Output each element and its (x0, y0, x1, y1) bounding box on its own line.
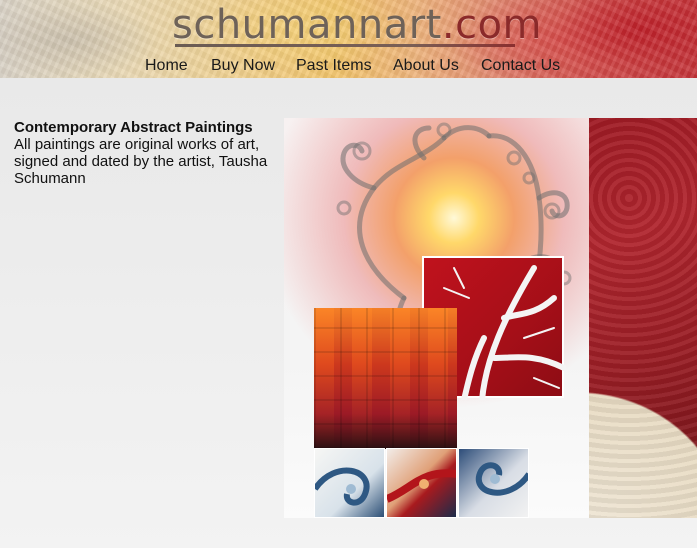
red-blue-swirl-tile[interactable] (386, 448, 457, 518)
logo-main: schumannart (172, 2, 442, 48)
nav-home[interactable]: Home (145, 57, 188, 75)
nav-past-items[interactable]: Past Items (296, 57, 372, 75)
header-banner: schumannart.com Home Buy Now Past Items … (0, 0, 697, 78)
nav-about-us[interactable]: About Us (393, 57, 459, 75)
squares-grid (314, 308, 457, 449)
intro-body: All paintings are original works of art,… (14, 136, 268, 187)
nav-buy-now[interactable]: Buy Now (211, 57, 275, 75)
warm-squares-painting[interactable] (314, 308, 457, 449)
side-texture (589, 118, 697, 518)
blue-swirl (315, 467, 370, 506)
blue-swirl-2 (475, 462, 528, 496)
blue-swirl-tile[interactable] (314, 448, 385, 518)
red-swirl (387, 469, 456, 503)
intro-title: Contemporary Abstract Paintings (14, 119, 253, 136)
site-logo[interactable]: schumannart.com (172, 2, 542, 48)
side-red-painting (589, 118, 697, 518)
logo-tld: .com (441, 2, 543, 48)
painting-collage (284, 118, 697, 518)
nav-contact-us[interactable]: Contact Us (481, 57, 560, 75)
logo-underline (175, 44, 515, 47)
main-nav: Home Buy Now Past Items About Us Contact… (0, 57, 697, 77)
blue-swirl-tile-2[interactable] (458, 448, 529, 518)
intro-block: Contemporary Abstract Paintings All pain… (14, 119, 279, 187)
